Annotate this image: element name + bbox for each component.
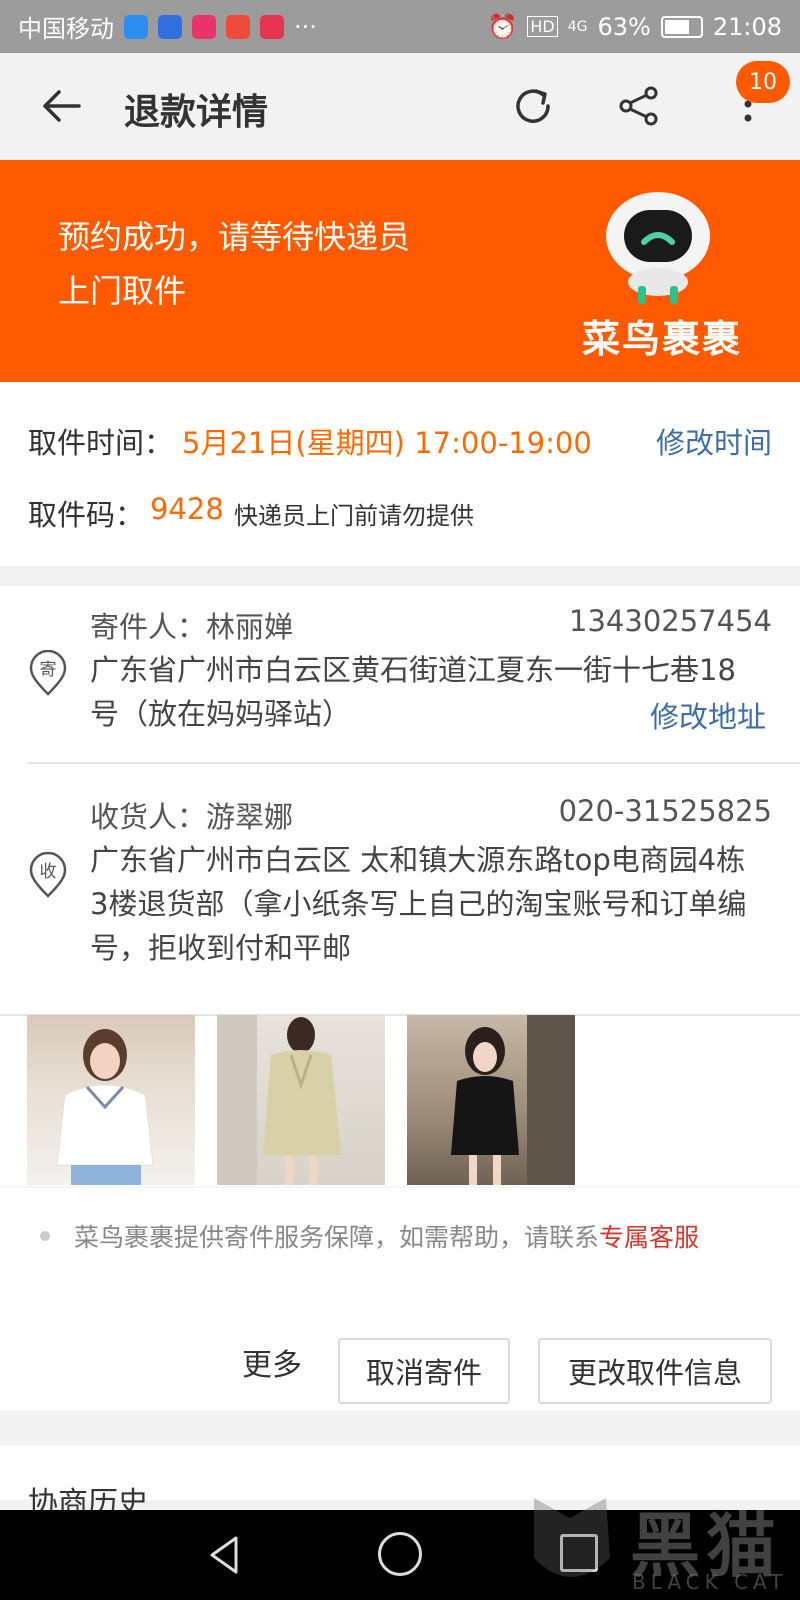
- cainiao-logo: 菜鸟裹裹: [582, 317, 743, 361]
- watermark-subtext: BLACK CAT: [632, 1570, 788, 1594]
- clock: 21:08: [712, 12, 782, 41]
- receiver-name: 收货人：游翠娜: [90, 800, 294, 834]
- pickup-code-note: 快递员上门前请勿提供: [234, 502, 474, 530]
- battery-icon: [660, 15, 703, 38]
- svg-text:收: 收: [40, 862, 57, 882]
- status-more-icon: ···: [294, 12, 317, 41]
- change-pickup-info-button[interactable]: 更改取件信息: [538, 1338, 772, 1404]
- cainiao-robot-icon: [598, 188, 718, 306]
- divider: [0, 1186, 800, 1188]
- alarm-icon: ⏰: [487, 12, 518, 41]
- nav-back-icon[interactable]: [204, 1532, 244, 1578]
- banner-message: 预约成功，请等待快递员上门取件: [58, 218, 411, 310]
- video-app-icon: [260, 14, 284, 39]
- bullet-dot-icon: [40, 1231, 50, 1241]
- pickup-info-card: 取件时间： 5月21日(星期四) 17:00-19:00 修改时间 取件码： 9…: [0, 382, 800, 566]
- pickup-time-value: 5月21日(星期四) 17:00-19:00: [182, 426, 592, 460]
- svg-text:寄: 寄: [40, 660, 57, 680]
- map-app-icon: [226, 14, 250, 39]
- receiver-location-icon: 收: [28, 851, 68, 898]
- receiver-address: 广东省广州市白云区 太和镇大源东路top电商园4栋3楼退货部（拿小纸条写上自己的…: [90, 843, 747, 965]
- service-note-text: 菜鸟裹裹提供寄件服务保障，如需帮助，请联系: [74, 1223, 600, 1252]
- sender-location-icon: 寄: [28, 649, 68, 696]
- product-thumbnail-white-blouse[interactable]: [27, 1015, 195, 1185]
- modify-address-link[interactable]: 修改地址: [650, 694, 766, 736]
- shield-app-icon: [124, 14, 148, 39]
- pickup-time-label: 取件时间：: [28, 426, 174, 460]
- signal-icon: 4G: [567, 18, 588, 35]
- battery-percent: 63%: [597, 12, 651, 41]
- page-title: 退款详情: [124, 92, 269, 133]
- address-card: 寄 寄件人：林丽婵 13430257454 广东省广州市白云区黄石街道江夏东一街…: [0, 586, 800, 1410]
- pickup-code-value: 9428: [150, 492, 224, 526]
- youku-app-icon: [192, 14, 216, 39]
- nav-home-icon[interactable]: [378, 1532, 422, 1576]
- hd-icon: HD: [527, 16, 558, 37]
- status-banner: 预约成功，请等待快递员上门取件 菜鸟裹裹: [0, 160, 800, 382]
- sender-phone[interactable]: 13430257454: [569, 604, 772, 638]
- cancel-shipment-button[interactable]: 取消寄件: [338, 1338, 510, 1404]
- carrier-label: 中国移动: [18, 15, 114, 43]
- back-arrow-icon[interactable]: [38, 83, 84, 129]
- status-bar: 中国移动 ··· ⏰ HD 4G 63% 21:08: [0, 0, 800, 53]
- product-thumbnail-khaki-dress[interactable]: [217, 1015, 385, 1185]
- pickup-code-label: 取件码：: [28, 498, 145, 532]
- share-icon[interactable]: [614, 81, 664, 131]
- product-thumbnails: [27, 1015, 575, 1185]
- receiver-phone[interactable]: 020-31525825: [559, 794, 772, 828]
- baidu-app-icon: [158, 14, 182, 39]
- service-guarantee-note: 菜鸟裹裹提供寄件服务保障，如需帮助，请联系 专属客服: [40, 1218, 699, 1254]
- message-count-badge: 10: [736, 61, 790, 103]
- product-thumbnail-black-dress[interactable]: [407, 1015, 575, 1185]
- modify-time-link[interactable]: 修改时间: [656, 420, 772, 462]
- divider: [28, 762, 800, 764]
- sender-name: 寄件人：林丽婵: [90, 610, 294, 644]
- refresh-icon[interactable]: [508, 81, 558, 131]
- toolbar: 退款详情 10: [0, 53, 800, 160]
- more-button[interactable]: 更多: [242, 1340, 302, 1384]
- customer-service-link[interactable]: 专属客服: [599, 1218, 699, 1254]
